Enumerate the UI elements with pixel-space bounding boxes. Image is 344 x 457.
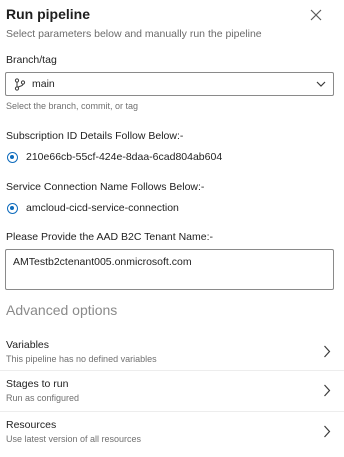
radio-selected[interactable]	[7, 203, 18, 214]
close-icon[interactable]	[309, 8, 323, 22]
run-pipeline-panel: Run pipeline Select parameters below and…	[0, 0, 344, 457]
variables-title: Variables	[6, 339, 49, 351]
subscription-option-label: 210e66cb-55cf-424e-8daa-6cad804ab604	[26, 151, 223, 163]
branch-hint: Select the branch, commit, or tag	[6, 101, 139, 111]
stages-title: Stages to run	[6, 378, 69, 390]
stages-subtitle: Run as configured	[6, 393, 80, 403]
panel-subtitle: Select parameters below and manually run…	[6, 28, 262, 40]
subscription-label: Subscription ID Details Follow Below:-	[6, 130, 184, 142]
branch-value: main	[32, 78, 55, 90]
service-connection-option-label: amcloud-cicd-service-connection	[26, 202, 179, 214]
chevron-right-icon	[324, 425, 331, 438]
service-connection-label: Service Connection Name Follows Below:-	[6, 181, 205, 193]
variables-row[interactable]: Variables This pipeline has no defined v…	[0, 332, 344, 373]
tenant-input[interactable]: AMTestb2ctenant005.onmicrosoft.com	[5, 249, 334, 290]
stages-to-run-row[interactable]: Stages to run Run as configured	[0, 370, 344, 411]
variables-subtitle: This pipeline has no defined variables	[6, 354, 157, 364]
chevron-right-icon	[324, 384, 331, 397]
resources-row[interactable]: Resources Use latest version of all reso…	[0, 411, 344, 452]
advanced-options-title: Advanced options	[6, 302, 118, 318]
branch-label: Branch/tag	[6, 54, 57, 66]
resources-subtitle: Use latest version of all resources	[6, 434, 142, 444]
branch-select[interactable]: main	[5, 72, 334, 96]
tenant-label: Please Provide the AAD B2C Tenant Name:-	[6, 231, 214, 243]
branch-icon	[14, 78, 26, 91]
resources-title: Resources	[6, 419, 57, 431]
chevron-right-icon	[324, 345, 331, 358]
tenant-value: AMTestb2ctenant005.onmicrosoft.com	[13, 256, 192, 268]
radio-selected[interactable]	[7, 152, 18, 163]
panel-title: Run pipeline	[6, 6, 90, 22]
chevron-down-icon	[316, 81, 326, 87]
